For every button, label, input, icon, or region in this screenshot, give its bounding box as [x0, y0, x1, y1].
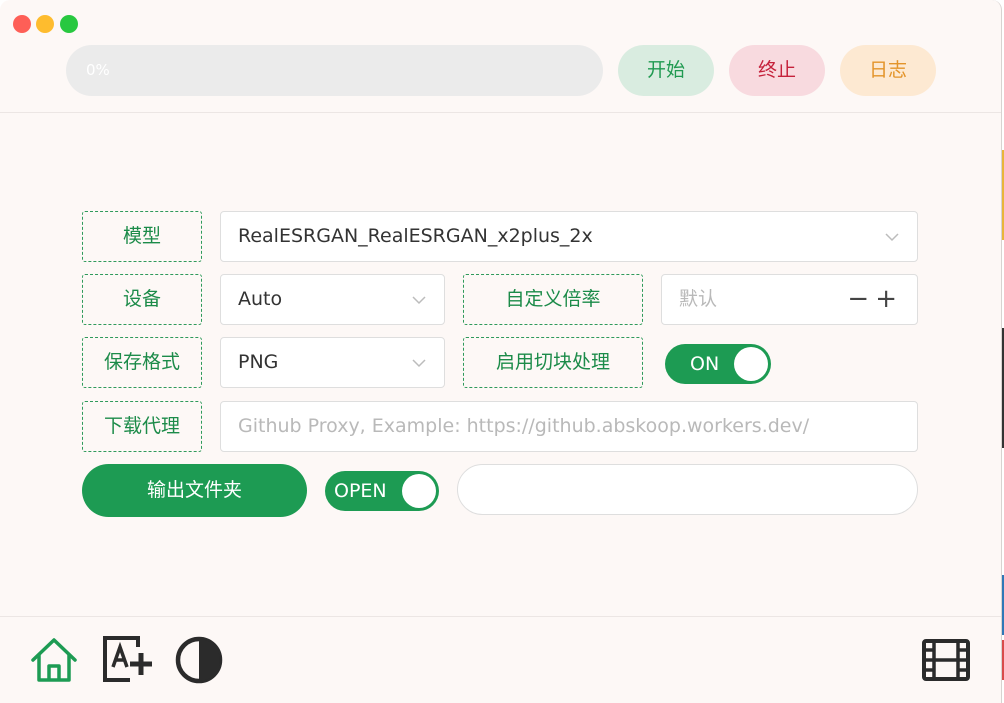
scale-increment-button[interactable]: +	[875, 284, 903, 314]
save-format-value: PNG	[238, 351, 279, 373]
custom-scale-placeholder: 默认	[679, 288, 718, 310]
toggle-knob	[402, 474, 436, 508]
download-proxy-input[interactable]: Github Proxy, Example: https://github.ab…	[220, 401, 918, 452]
save-format-select[interactable]: PNG	[220, 337, 445, 388]
open-toggle-text: OPEN	[334, 480, 387, 502]
progress-text: 0%	[86, 61, 110, 79]
chevron-down-icon	[885, 233, 899, 242]
model-select-value: RealESRGAN_RealESRGAN_x2plus_2x	[238, 225, 593, 247]
start-button[interactable]: 开始	[618, 45, 714, 96]
output-path-input[interactable]	[457, 464, 918, 515]
chevron-down-icon	[412, 296, 426, 305]
custom-scale-input[interactable]: 默认 −+	[661, 274, 918, 325]
open-folder-toggle[interactable]: OPEN	[325, 471, 439, 511]
save-format-label: 保存格式	[82, 337, 202, 388]
contrast-icon[interactable]	[174, 635, 224, 685]
window-close-button[interactable]	[13, 15, 31, 33]
scale-decrement-button[interactable]: −	[847, 284, 875, 314]
model-select[interactable]: RealESRGAN_RealESRGAN_x2plus_2x	[220, 211, 918, 262]
download-proxy-placeholder: Github Proxy, Example: https://github.ab…	[238, 415, 810, 437]
chevron-down-icon	[412, 359, 426, 368]
window-maximize-button[interactable]	[60, 15, 78, 33]
download-proxy-label: 下载代理	[82, 401, 202, 452]
text-image-add-icon[interactable]	[102, 635, 152, 685]
custom-scale-label: 自定义倍率	[463, 274, 643, 325]
tile-toggle-text: ON	[690, 353, 720, 375]
progress-bar: 0%	[66, 45, 603, 96]
toolbar-divider	[0, 112, 1001, 113]
log-button[interactable]: 日志	[840, 45, 936, 96]
stop-button[interactable]: 终止	[729, 45, 825, 96]
home-icon[interactable]	[29, 635, 79, 685]
device-select-value: Auto	[238, 288, 283, 310]
model-label: 模型	[82, 211, 202, 262]
device-label: 设备	[82, 274, 202, 325]
film-icon[interactable]	[921, 635, 971, 685]
tile-processing-toggle[interactable]: ON	[665, 344, 771, 384]
toggle-knob	[734, 347, 768, 381]
device-select[interactable]: Auto	[220, 274, 445, 325]
bottom-nav-divider	[0, 616, 1001, 617]
window-minimize-button[interactable]	[36, 15, 54, 33]
output-folder-button[interactable]: 输出文件夹	[82, 464, 307, 517]
app-window: 0% 开始 终止 日志 模型 RealESRGAN_RealESRGAN_x2p…	[0, 0, 1002, 703]
tile-processing-label: 启用切块处理	[463, 337, 643, 388]
